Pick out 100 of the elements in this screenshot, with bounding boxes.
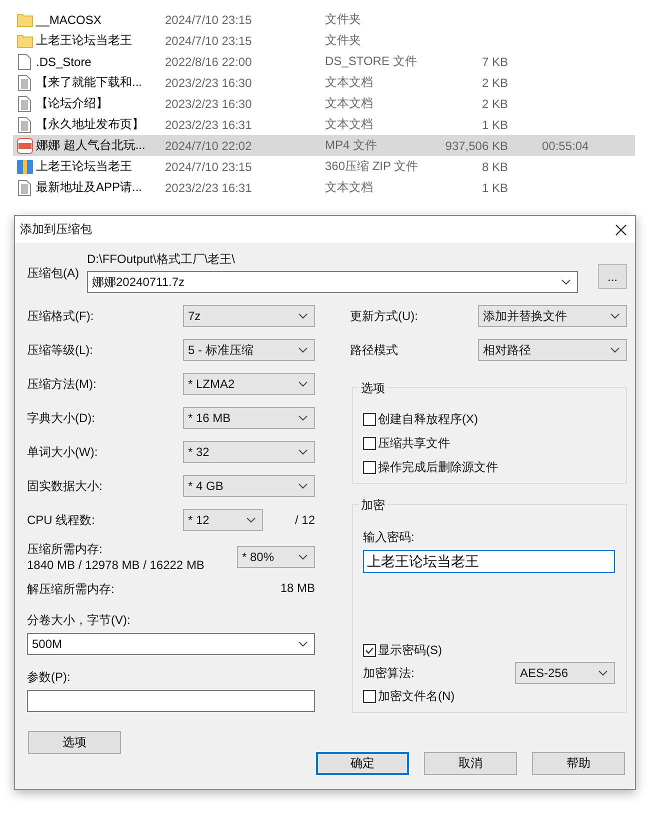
folder-icon <box>16 12 32 26</box>
chevron-icon <box>298 554 308 560</box>
file-name: 上老王论坛当老王 <box>36 32 133 49</box>
chevron-icon <box>598 670 608 676</box>
field-label: 压缩方法(M): <box>27 376 96 392</box>
field-label: 加密算法: <box>363 664 414 682</box>
memory-usage: 1840 MB / 12978 MB / 16222 MB <box>27 557 204 573</box>
chevron-icon <box>561 279 571 285</box>
file-type: 文本文档 <box>325 95 374 112</box>
checkbox[interactable] <box>363 690 376 702</box>
checkbox-label: 加密文件名(N) <box>378 688 455 704</box>
file-duration: 00:55:04 <box>542 138 589 152</box>
dropdown[interactable]: * LZMA2 <box>183 373 315 395</box>
file-size: 1 KB <box>482 180 508 194</box>
file-date: 2024/7/10 23:15 <box>165 12 253 26</box>
chevron-icon <box>298 483 308 489</box>
field-label: 路径模式 <box>350 342 398 358</box>
memory-value: 18 MB <box>280 581 315 597</box>
file-size: 8 KB <box>482 160 508 174</box>
group-title: 选项 <box>359 380 387 397</box>
volume-size-field[interactable]: 500M <box>27 633 315 655</box>
file-size: 2 KB <box>482 96 508 110</box>
file-row[interactable]: 娜娜 超人气台北玩... 2024/7/10 22:02 MP4 文件 937,506 KB 00:55:04 <box>13 135 635 156</box>
checkbox-label: 显示密码(S) <box>378 642 442 658</box>
dropdown[interactable]: * 32 <box>183 441 315 463</box>
field-label: 更新方式(U): <box>350 308 418 324</box>
file-name: 【永久地址发布页】 <box>36 116 145 133</box>
file-date: 2024/7/10 23:15 <box>165 34 253 48</box>
checkbox[interactable] <box>363 412 376 426</box>
dialog-button[interactable]: 确定 <box>316 752 409 775</box>
file-row[interactable]: .DS_Store 2022/8/16 22:00 DS_STORE 文件 7 KB <box>13 51 635 72</box>
file-type: 文本文档 <box>325 116 374 133</box>
field-label: 参数(P): <box>27 669 72 686</box>
field-label: 分卷大小，字节(V): <box>27 612 132 629</box>
options-button[interactable]: 选项 <box>28 731 121 754</box>
file-date: 2022/8/16 22:00 <box>165 54 253 68</box>
file-date: 2024/7/10 22:02 <box>165 138 253 152</box>
file-row[interactable]: __MACOSX 2024/7/10 23:15 文件夹 <box>13 9 635 30</box>
file-date: 2023/2/23 16:30 <box>165 96 253 110</box>
chevron-icon <box>246 517 256 523</box>
dropdown[interactable]: * 16 MB <box>183 407 315 429</box>
dropdown[interactable]: 7z <box>183 305 315 327</box>
checkbox-label: 压缩共享文件 <box>378 434 450 452</box>
file-date: 2023/2/23 16:31 <box>165 118 253 132</box>
parameters-field[interactable] <box>27 690 315 712</box>
checkbox[interactable] <box>363 644 376 656</box>
text-file-icon <box>18 180 31 196</box>
text-file-icon <box>18 116 31 132</box>
dropdown[interactable]: AES-256 <box>515 662 615 684</box>
archive-name-field[interactable]: 娜娜20240711.7z <box>87 271 578 293</box>
file-row[interactable]: 【论坛介绍】 2023/2/23 16:30 文本文档 2 KB <box>13 93 635 114</box>
file-row[interactable]: 【永久地址发布页】 2023/2/23 16:31 文本文档 1 KB <box>13 114 635 135</box>
file-row[interactable]: 上老王论坛当老王 2024/7/10 23:15 360压缩 ZIP 文件 8 KB <box>13 156 635 177</box>
checkbox-label: 操作完成后删除源文件 <box>378 459 498 476</box>
archive-icon <box>16 158 32 174</box>
password-field[interactable]: 上老王论坛当老王 <box>363 550 615 573</box>
file-size: 1 KB <box>482 118 508 132</box>
file-type: 文本文档 <box>325 74 374 91</box>
file-row[interactable]: 最新地址及APP请... 2023/2/23 16:31 文本文档 1 KB <box>13 177 635 198</box>
dropdown[interactable]: 添加并替换文件 <box>478 305 627 327</box>
file-size: 937,506 KB <box>445 138 508 152</box>
file-type: 文件夹 <box>325 32 362 49</box>
file-row[interactable]: 【来了就能下载和... 2023/2/23 16:30 文本文档 2 KB <box>13 72 635 93</box>
field-label: 解压缩所需内存: <box>27 581 114 598</box>
file-name: 娜娜 超人气台北玩... <box>36 137 146 154</box>
dropdown[interactable]: 相对路径 <box>478 339 627 361</box>
checkbox[interactable] <box>363 436 376 450</box>
file-name: __MACOSX <box>36 12 102 26</box>
dropdown[interactable]: * 12 <box>183 509 263 531</box>
chevron-icon <box>610 347 620 353</box>
dialog-button[interactable]: 取消 <box>424 752 517 775</box>
file-date: 2023/2/23 16:30 <box>165 76 253 90</box>
chevron-icon <box>298 449 308 455</box>
field-label: 压缩所需内存: <box>27 541 104 557</box>
thread-max: / 12 <box>294 513 315 527</box>
file-type: 文件夹 <box>325 11 362 28</box>
dialog-button[interactable]: 帮助 <box>532 752 625 775</box>
chevron-icon <box>298 347 308 353</box>
field-label: 输入密码: <box>363 529 416 546</box>
dropdown[interactable]: * 80% <box>237 546 315 568</box>
file-name: 最新地址及APP请... <box>36 179 144 196</box>
chevron-icon <box>298 641 308 647</box>
text-file-icon <box>18 96 31 112</box>
chevron-icon <box>298 313 308 319</box>
browse-button[interactable]: ... <box>598 264 627 289</box>
folder-icon <box>16 34 32 48</box>
file-name: .DS_Store <box>36 54 92 68</box>
checkbox-label: 创建自释放程序(X) <box>378 410 478 428</box>
field-label: 压缩格式(F): <box>27 308 94 324</box>
checkbox[interactable] <box>363 461 376 474</box>
dropdown[interactable]: * 4 GB <box>183 475 315 497</box>
file-name: 【来了就能下载和... <box>36 74 144 91</box>
file-type: 360压缩 ZIP 文件 <box>325 158 420 175</box>
field-label: 固实数据大小: <box>27 478 102 494</box>
field-label: CPU 线程数: <box>27 512 96 528</box>
file-type: 文本文档 <box>325 179 374 196</box>
field-label: 压缩等级(L): <box>27 342 93 358</box>
file-row[interactable]: 上老王论坛当老王 2024/7/10 23:15 文件夹 <box>13 30 635 51</box>
close-icon[interactable] <box>615 224 627 236</box>
dropdown[interactable]: 5 - 标准压缩 <box>183 339 315 361</box>
